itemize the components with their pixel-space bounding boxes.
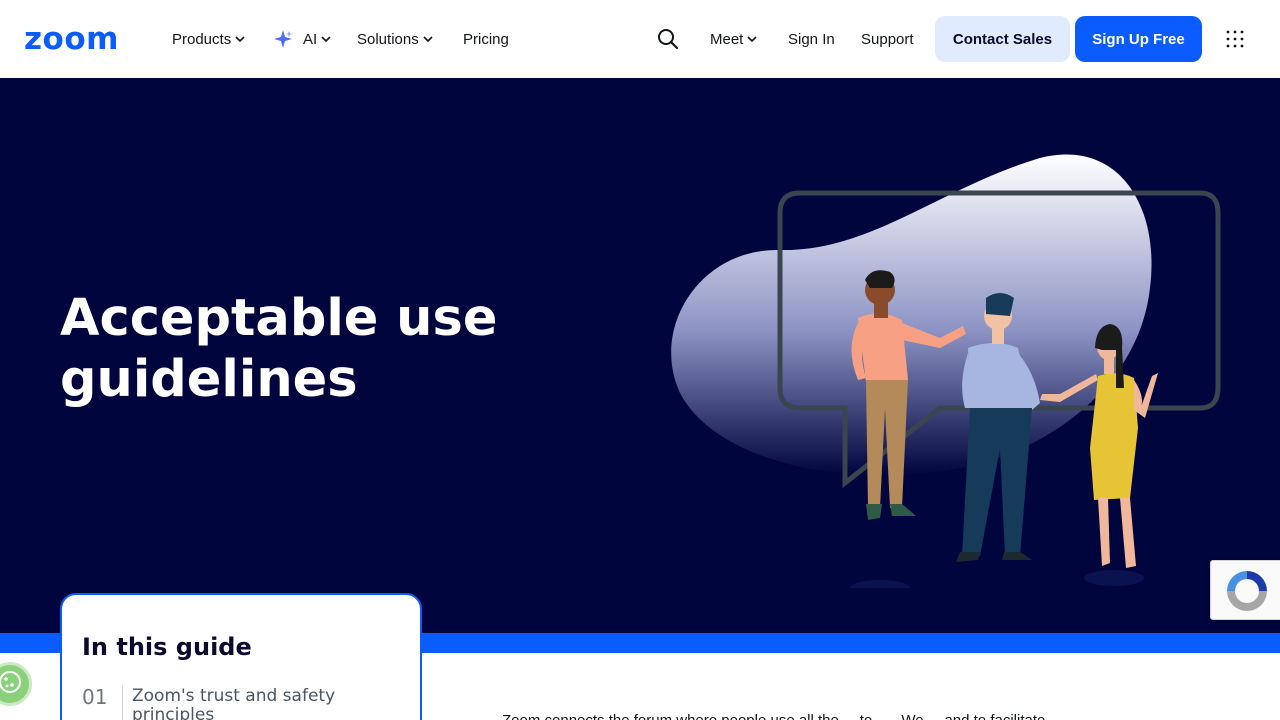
search-icon[interactable] xyxy=(657,28,679,50)
nav-meet[interactable]: Meet xyxy=(710,0,757,78)
apps-grid-icon[interactable] xyxy=(1225,29,1245,49)
sign-in-label: Sign In xyxy=(788,30,835,48)
chevron-down-icon xyxy=(321,34,331,44)
guide-divider xyxy=(122,685,123,720)
intro-paragraph: Zoom connects the forum where people use… xyxy=(502,712,1045,720)
page-title: Acceptable use guidelines xyxy=(60,288,580,410)
ai-sparkle-icon xyxy=(273,29,293,49)
guide-item-link[interactable]: Zoom's trust and safety principles xyxy=(132,687,382,720)
nav-products-label: Products xyxy=(172,30,232,48)
contact-sales-button[interactable]: Contact Sales xyxy=(935,16,1070,62)
chevron-down-icon xyxy=(423,34,433,44)
nav-solutions-label: Solutions xyxy=(357,30,419,48)
nav-support[interactable]: Support xyxy=(861,0,914,78)
nav-meet-label: Meet xyxy=(710,30,744,48)
nav-products[interactable]: Products xyxy=(172,0,245,78)
page-title-line-2: guidelines xyxy=(60,350,358,409)
people-talking-illustration xyxy=(671,154,1221,588)
cookie-preferences-button[interactable] xyxy=(0,662,32,706)
recaptcha-badge[interactable] xyxy=(1210,560,1280,620)
in-this-guide-card: In this guide 01 Zoom's trust and safety… xyxy=(60,593,422,720)
site-header: zoom Products AI Solutions Pricing Meet … xyxy=(0,0,1280,78)
hero-section: Acceptable use guidelines xyxy=(0,78,1280,633)
guide-item-number: 01 xyxy=(82,685,108,709)
cookie-icon xyxy=(0,669,23,700)
guide-title: In this guide xyxy=(82,633,252,661)
nav-ai-label: AI xyxy=(303,30,318,48)
nav-sign-in[interactable]: Sign In xyxy=(788,0,835,78)
sign-up-free-button[interactable]: Sign Up Free xyxy=(1075,16,1202,62)
support-label: Support xyxy=(861,30,914,48)
chevron-down-icon xyxy=(747,34,757,44)
nav-pricing-label: Pricing xyxy=(463,30,509,48)
chevron-down-icon xyxy=(235,34,245,44)
nav-solutions[interactable]: Solutions xyxy=(357,0,433,78)
nav-pricing[interactable]: Pricing xyxy=(463,0,509,78)
page-title-line-1: Acceptable use xyxy=(60,289,498,348)
zoom-logo[interactable]: zoom xyxy=(24,22,119,56)
nav-ai[interactable]: AI xyxy=(273,0,331,78)
